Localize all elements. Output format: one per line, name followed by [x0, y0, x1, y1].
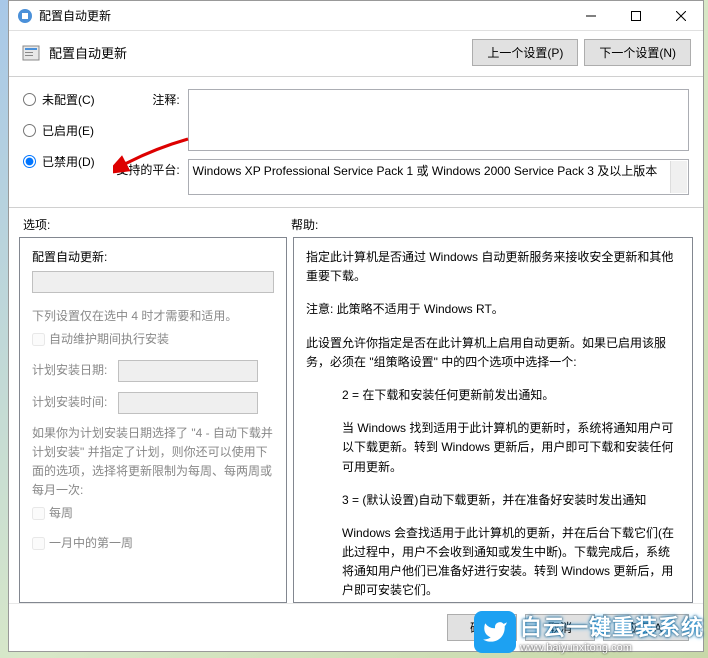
options-paragraph: 如果你为计划安装日期选择了 "4 - 自动下载并计划安装" 并指定了计划，则你还…	[32, 424, 274, 501]
main-panels: 配置自动更新: 下列设置仅在选中 4 时才需要和适用。 自动维护期间执行安装 计…	[9, 237, 703, 603]
options-note: 下列设置仅在选中 4 时才需要和适用。	[32, 307, 274, 326]
options-title: 配置自动更新:	[32, 248, 274, 267]
platform-label: 支持的平台:	[115, 159, 180, 195]
help-text: 注意: 此策略不适用于 Windows RT。	[306, 300, 680, 319]
prev-setting-button[interactable]: 上一个设置(P)	[472, 39, 578, 66]
radio-enabled[interactable]: 已启用(E)	[23, 122, 95, 139]
divider	[9, 76, 703, 77]
comment-label: 注释:	[115, 89, 180, 151]
window-controls	[568, 1, 703, 30]
fields-column: 注释: 支持的平台: Windows XP Professional Servi…	[115, 89, 689, 195]
help-text: 3 = (默认设置)自动下载更新，并在准备好安装时发出通知	[306, 491, 680, 510]
radio-disabled[interactable]: 已禁用(D)	[23, 153, 95, 170]
help-label: 帮助:	[291, 216, 318, 233]
header-row: 配置自动更新 上一个设置(P) 下一个设置(N)	[9, 31, 703, 74]
close-icon	[676, 11, 686, 21]
install-time-dropdown[interactable]	[118, 392, 258, 414]
install-time-row: 计划安装时间:	[32, 392, 274, 414]
ok-button[interactable]: 确定	[447, 614, 517, 641]
first-week-checkbox-row: 一月中的第一周	[32, 534, 274, 553]
maximize-icon	[631, 11, 641, 21]
help-text: 2 = 在下载和安装任何更新前发出通知。	[306, 386, 680, 405]
help-text: 此设置允许你指定是否在此计算机上启用自动更新。如果已启用该服务，必须在 "组策略…	[306, 334, 680, 372]
app-icon	[17, 8, 33, 24]
minimize-icon	[586, 11, 596, 21]
radio-not-configured[interactable]: 未配置(C)	[23, 91, 95, 108]
platform-row: 支持的平台: Windows XP Professional Service P…	[115, 159, 689, 195]
nav-buttons: 上一个设置(P) 下一个设置(N)	[472, 39, 691, 66]
weekly-checkbox[interactable]	[32, 507, 45, 520]
configure-dropdown[interactable]	[32, 271, 274, 293]
weekly-checkbox-row: 每周	[32, 504, 274, 523]
help-text: Windows 会查找适用于此计算机的更新，并在后台下载它们(在此过程中，用户不…	[306, 524, 680, 601]
help-text: 指定此计算机是否通过 Windows 自动更新服务来接收安全更新和其他重要下载。	[306, 248, 680, 286]
footer: 确定 取消 应用(A)	[9, 603, 703, 651]
close-button[interactable]	[658, 1, 703, 30]
section-labels: 选项: 帮助:	[9, 210, 703, 237]
next-setting-button[interactable]: 下一个设置(N)	[584, 39, 691, 66]
options-panel[interactable]: 配置自动更新: 下列设置仅在选中 4 时才需要和适用。 自动维护期间执行安装 计…	[19, 237, 287, 603]
help-panel[interactable]: 指定此计算机是否通过 Windows 自动更新服务来接收安全更新和其他重要下载。…	[293, 237, 693, 603]
install-day-dropdown[interactable]	[118, 360, 258, 382]
first-week-checkbox[interactable]	[32, 537, 45, 550]
window-title: 配置自动更新	[39, 7, 568, 24]
policy-icon	[21, 43, 41, 63]
install-day-row: 计划安装日期:	[32, 360, 274, 382]
options-label: 选项:	[23, 216, 291, 233]
platform-box[interactable]: Windows XP Professional Service Pack 1 或…	[188, 159, 689, 195]
maximize-button[interactable]	[613, 1, 658, 30]
config-area: 未配置(C) 已启用(E) 已禁用(D) 注释: 支持的平台: Windows …	[9, 79, 703, 205]
maintenance-checkbox[interactable]	[32, 333, 45, 346]
maintenance-checkbox-row: 自动维护期间执行安装	[32, 330, 274, 349]
comment-input[interactable]	[188, 89, 689, 151]
apply-button[interactable]: 应用(A)	[603, 614, 689, 641]
help-text: 当 Windows 找到适用于此计算机的更新时，系统将通知用户可以下载更新。转到…	[306, 419, 680, 477]
dialog-window: 配置自动更新 配置自动更新 上一个设置(P) 下一个设置(N) 未配置(C) 已…	[8, 0, 704, 652]
comment-row: 注释:	[115, 89, 689, 151]
radio-group: 未配置(C) 已启用(E) 已禁用(D)	[23, 89, 95, 195]
cancel-button[interactable]: 取消	[525, 614, 595, 641]
titlebar: 配置自动更新	[9, 1, 703, 31]
divider	[9, 207, 703, 208]
header-title: 配置自动更新	[49, 43, 464, 62]
minimize-button[interactable]	[568, 1, 613, 30]
